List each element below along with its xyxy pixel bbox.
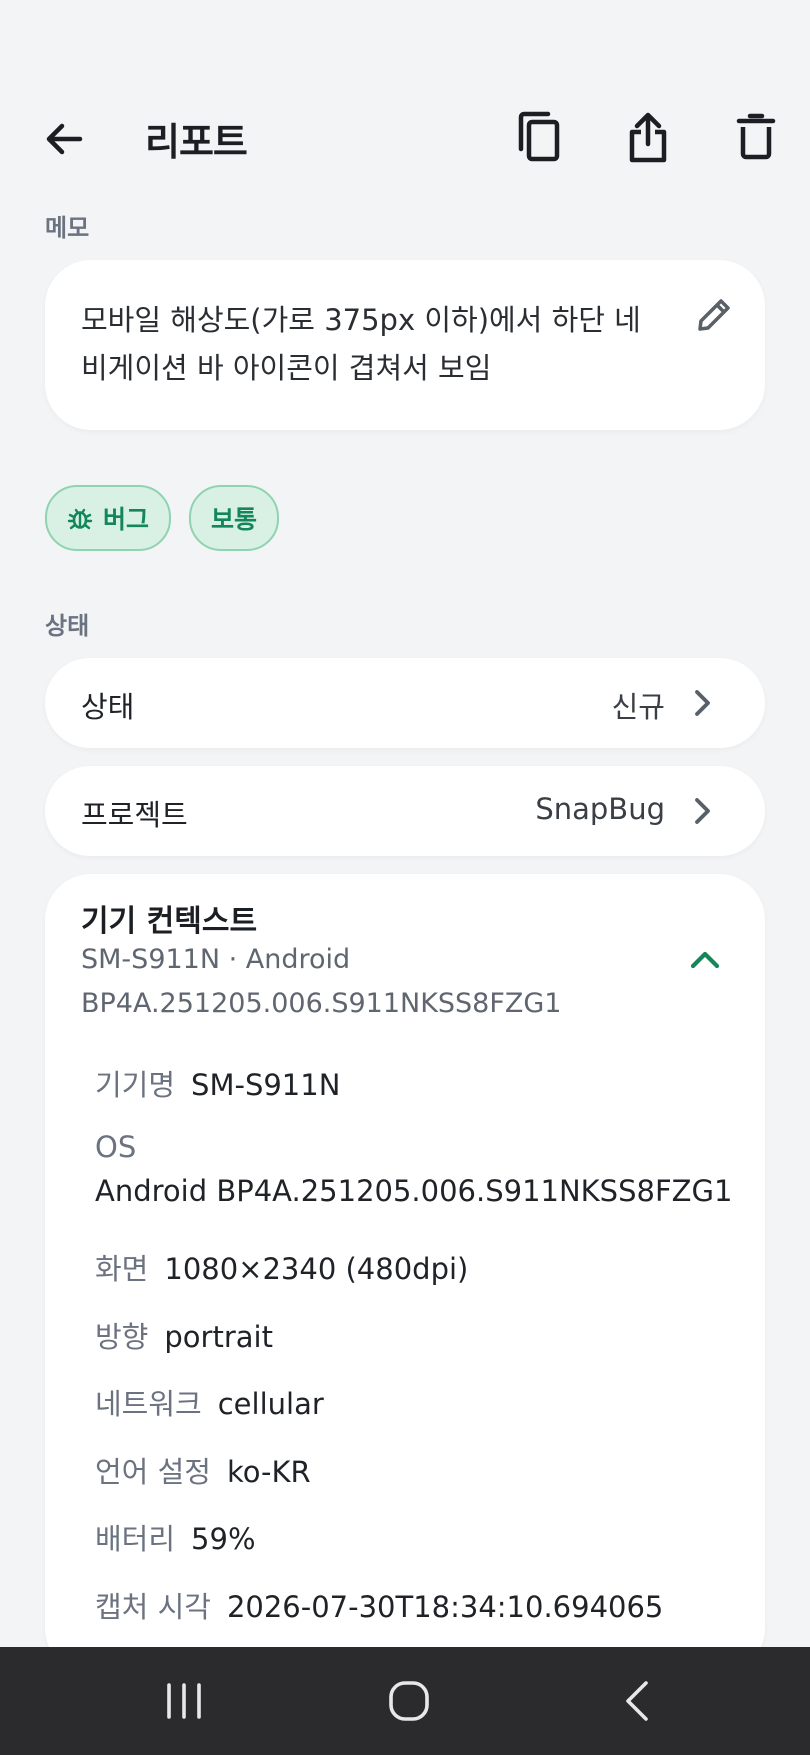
field-value: 59% xyxy=(191,1522,256,1556)
recents-icon xyxy=(167,1683,201,1719)
copy-button[interactable] xyxy=(512,109,568,165)
home-icon xyxy=(389,1681,429,1721)
field-value: cellular xyxy=(217,1387,324,1421)
collapse-toggle[interactable] xyxy=(685,944,725,974)
project-row-value: SnapBug xyxy=(535,792,665,826)
field-key: 방향 xyxy=(95,1320,149,1354)
memo-section-label: 메모 xyxy=(45,214,90,242)
back-button[interactable] xyxy=(40,115,88,163)
device-summary-line1: SM-S911N · Android xyxy=(81,944,351,975)
device-context-title: 기기 컨텍스트 xyxy=(81,904,258,939)
delete-icon xyxy=(736,113,776,160)
field-key: 화면 xyxy=(95,1252,149,1286)
chip-bug-label: 버그 xyxy=(103,505,150,534)
chevron-left-icon xyxy=(626,1681,648,1721)
field-screen: 화면 1080×2340 (480dpi) xyxy=(95,1246,468,1288)
status-section-label: 상태 xyxy=(45,612,90,640)
field-network: 네트워크 cellular xyxy=(95,1381,324,1423)
device-context-card: 기기 컨텍스트 SM-S911N · Android BP4A.251205.0… xyxy=(45,874,765,1674)
field-battery: 배터리 59% xyxy=(95,1516,256,1558)
bug-icon xyxy=(67,508,93,530)
memo-text: 모바일 해상도(가로 375px 이하)에서 하단 네비게이션 바 아이콘이 겹… xyxy=(81,303,641,385)
field-os: OS Android BP4A.251205.006.S911NKSS8FZG1 xyxy=(95,1130,732,1208)
field-key: 배터리 xyxy=(95,1522,176,1556)
device-summary-line2: BP4A.251205.006.S911NKSS8FZG1 xyxy=(81,988,562,1019)
recent-apps-button[interactable] xyxy=(156,1675,212,1727)
field-locale: 언어 설정 ko-KR xyxy=(95,1449,311,1491)
page-title: 리포트 xyxy=(145,120,248,164)
field-device-name: 기기명 SM-S911N xyxy=(95,1062,340,1104)
chevron-up-icon xyxy=(690,951,720,969)
status-row-label: 상태 xyxy=(81,690,135,724)
app-bar: 리포트 xyxy=(0,95,810,181)
chip-priority-label: 보통 xyxy=(211,505,258,534)
edit-memo-button[interactable] xyxy=(693,294,735,336)
system-back-button[interactable] xyxy=(610,1675,666,1727)
pencil-icon xyxy=(698,299,730,331)
field-key: 언어 설정 xyxy=(95,1455,211,1489)
share-icon xyxy=(629,112,667,163)
memo-card[interactable]: 모바일 해상도(가로 375px 이하)에서 하단 네비게이션 바 아이콘이 겹… xyxy=(45,260,765,430)
field-key: 기기명 xyxy=(95,1068,176,1102)
home-button[interactable] xyxy=(381,1675,437,1727)
arrow-left-icon xyxy=(46,123,83,155)
field-value: 2026-07-30T18:34:10.694065 xyxy=(226,1590,664,1624)
field-key: OS xyxy=(95,1130,137,1164)
copy-icon xyxy=(518,111,560,162)
field-key: 캡처 시각 xyxy=(95,1590,211,1624)
chevron-right-icon xyxy=(695,690,710,716)
field-value: 1080×2340 (480dpi) xyxy=(164,1252,469,1286)
chevron-right-icon xyxy=(695,798,710,824)
field-key: 네트워크 xyxy=(95,1387,202,1421)
chip-bug[interactable]: 버그 xyxy=(45,485,172,551)
share-button[interactable] xyxy=(620,109,676,165)
field-value: SM-S911N xyxy=(191,1068,341,1102)
field-capture-time: 캡처 시각 2026-07-30T18:34:10.694065 xyxy=(95,1584,663,1626)
system-nav-bar xyxy=(0,1647,810,1755)
project-row-label: 프로젝트 xyxy=(81,798,188,832)
delete-button[interactable] xyxy=(728,109,784,165)
status-row[interactable]: 상태 신규 xyxy=(45,658,765,748)
project-row[interactable]: 프로젝트 SnapBug xyxy=(45,766,765,856)
field-value: Android BP4A.251205.006.S911NKSS8FZG1 xyxy=(95,1174,733,1208)
chip-priority[interactable]: 보통 xyxy=(189,485,280,551)
field-value: ko-KR xyxy=(226,1455,311,1489)
status-row-value: 신규 xyxy=(611,690,665,724)
field-value: portrait xyxy=(164,1320,273,1354)
tag-chips: 버그 보통 xyxy=(45,485,280,551)
field-orientation: 방향 portrait xyxy=(95,1314,273,1356)
